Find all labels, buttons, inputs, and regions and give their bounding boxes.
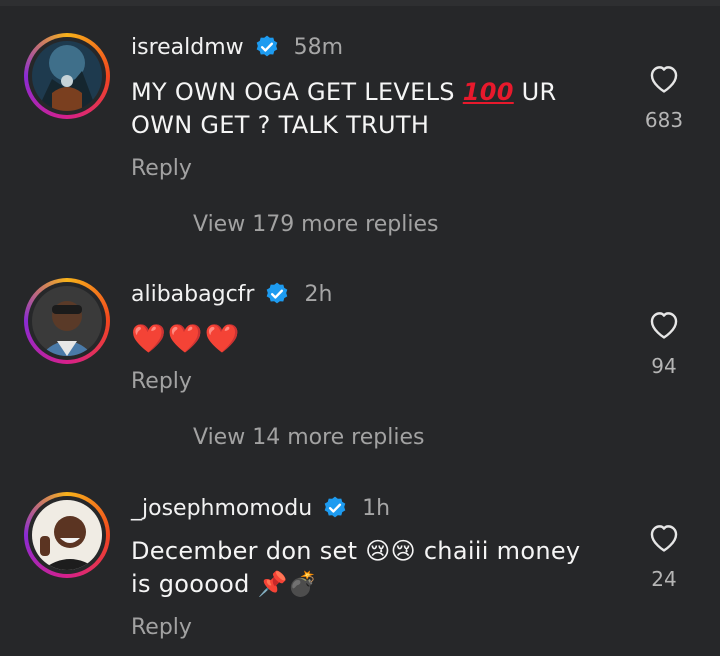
comment-time: 1h <box>362 495 391 521</box>
verified-badge-icon <box>324 496 346 518</box>
avatar-image <box>32 500 102 570</box>
like-button[interactable] <box>644 521 684 553</box>
comment-text: December don set 😢😢 chaiii money is gooo… <box>131 537 581 598</box>
heart-outline-icon <box>650 525 678 552</box>
username-row: _josephmomodu 1h <box>131 493 390 523</box>
reply-button[interactable]: Reply <box>131 615 192 640</box>
username[interactable]: _josephmomodu <box>131 496 312 521</box>
comment-3: _josephmomodu 1h December don set 😢😢 cha… <box>0 0 720 656</box>
like-count: 24 <box>651 567 677 591</box>
avatar[interactable] <box>24 492 110 578</box>
